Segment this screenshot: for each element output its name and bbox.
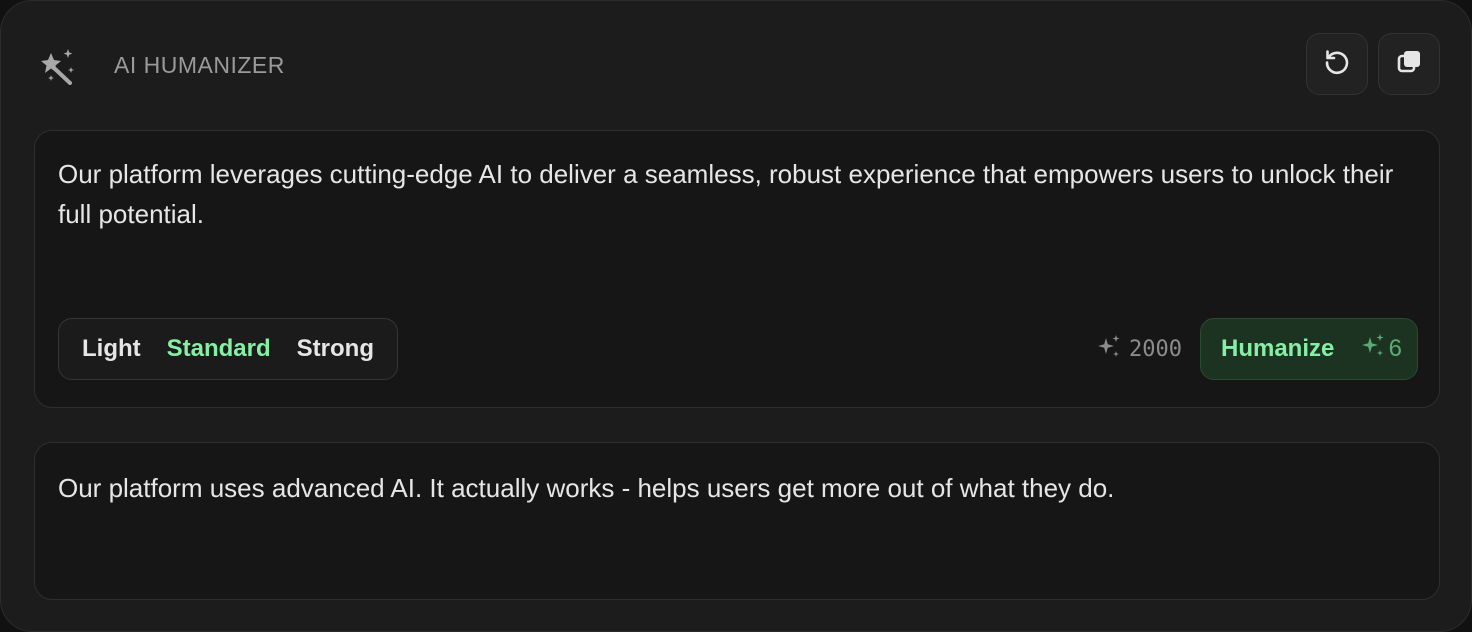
copy-button[interactable]: [1378, 33, 1440, 95]
reset-button[interactable]: [1306, 33, 1368, 95]
page-title: AI HUMANIZER: [114, 52, 285, 78]
card-header: AI HUMANIZER: [1, 1, 1471, 129]
ai-humanizer-card: AI HUMANIZER Our platform leverages cutt…: [0, 0, 1472, 632]
input-text[interactable]: Our platform leverages cutting-edge AI t…: [58, 154, 1409, 234]
sparkles-icon: [1095, 333, 1123, 366]
mode-light[interactable]: Light: [69, 334, 154, 364]
humanize-cost: 6: [1359, 332, 1402, 367]
mode-selector: Light Standard Strong: [58, 318, 398, 380]
mode-strong[interactable]: Strong: [284, 334, 387, 364]
mode-standard[interactable]: Standard: [154, 334, 284, 364]
copy-icon: [1394, 47, 1424, 82]
humanize-button[interactable]: Humanize 6: [1200, 318, 1418, 380]
output-text: Our platform uses advanced AI. It actual…: [58, 473, 1115, 503]
credits-balance: 2000: [1095, 334, 1182, 364]
credits-count: 2000: [1129, 336, 1182, 362]
input-panel[interactable]: Our platform leverages cutting-edge AI t…: [34, 130, 1440, 408]
rotate-ccw-icon: [1322, 47, 1352, 82]
humanize-label: Humanize: [1221, 335, 1335, 362]
sparkles-icon: [1359, 332, 1389, 367]
output-panel: Our platform uses advanced AI. It actual…: [34, 442, 1440, 600]
humanize-cost-value: 6: [1388, 335, 1402, 362]
magic-wand-icon: [37, 45, 77, 85]
